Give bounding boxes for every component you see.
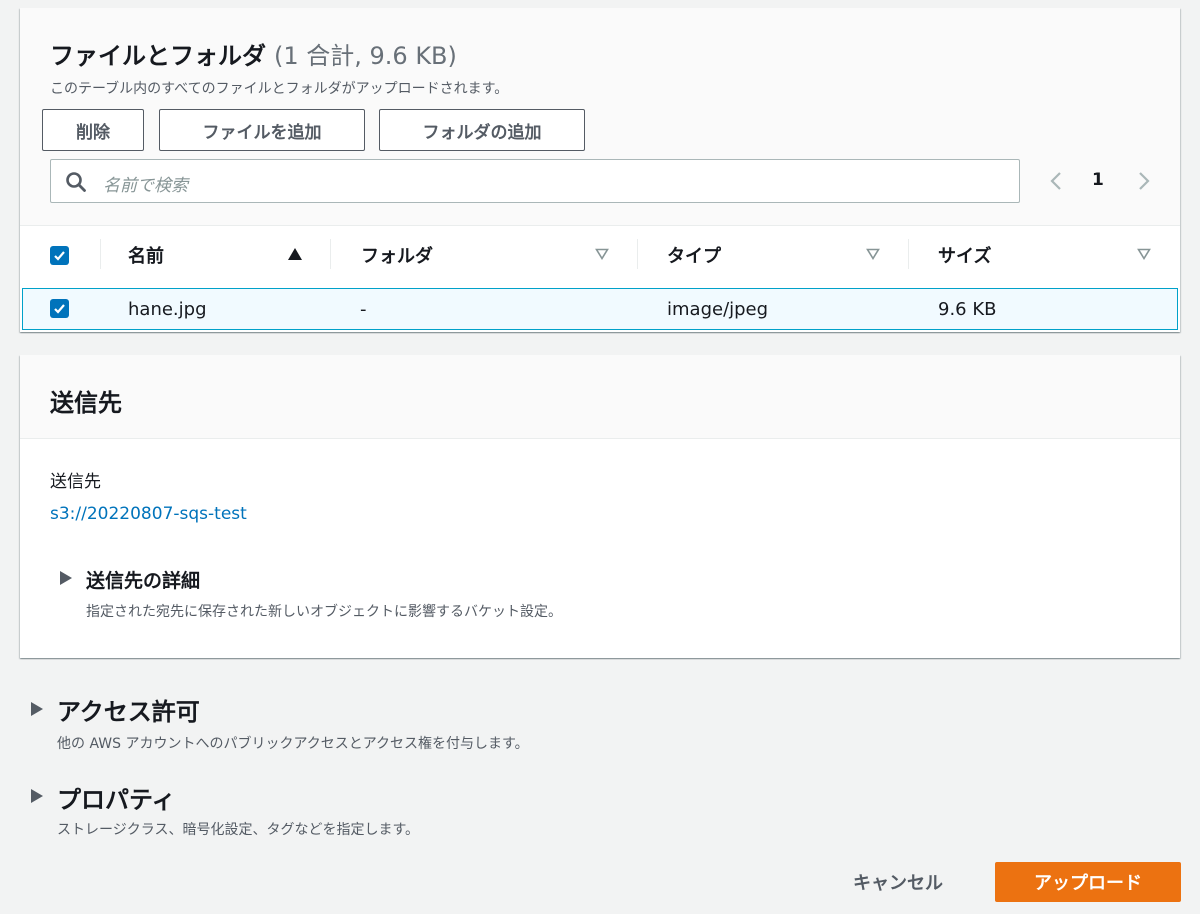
column-divider	[908, 239, 909, 269]
column-header-type[interactable]: タイプ	[667, 242, 721, 268]
sort-icon[interactable]	[866, 248, 880, 260]
search-placeholder: 名前で検索	[103, 176, 188, 196]
properties-section-description: ストレージクラス、暗号化設定、タグなどを指定します。	[57, 822, 420, 838]
upload-button[interactable]: アップロード	[995, 862, 1181, 902]
files-panel-title-text: ファイルとフォルダ	[50, 42, 266, 70]
files-and-folders-panel: ファイルとフォルダ (1 合計, 9.6 KB) このテーブル内のすべてのファイル…	[20, 8, 1180, 332]
files-count: (1 合計, 9.6 KB)	[274, 42, 457, 70]
page-number[interactable]: 1	[1092, 170, 1104, 190]
destination-panel: 送信先 送信先 s3://20220807-sqs-test 送信先の詳細 指定…	[20, 355, 1180, 658]
chevron-left-icon[interactable]	[1046, 170, 1068, 192]
search-icon	[66, 172, 86, 192]
checkbox-checked-icon	[54, 304, 65, 314]
sort-icon[interactable]	[595, 248, 609, 260]
caret-right-icon[interactable]	[60, 571, 72, 585]
destination-link[interactable]: s3://20220807-sqs-test	[50, 504, 247, 524]
cell-size: 9.6 KB	[938, 299, 997, 320]
access-section-description: 他の AWS アカウントへのパブリックアクセスとアクセス権を付与します。	[57, 736, 529, 752]
destination-panel-header: 送信先	[20, 355, 1180, 439]
sort-ascending-icon[interactable]	[288, 248, 302, 260]
files-panel-header: ファイルとフォルダ (1 合計, 9.6 KB) このテーブル内のすべてのファイル…	[20, 8, 1180, 226]
files-panel-title: ファイルとフォルダ (1 合計, 9.6 KB)	[50, 36, 457, 71]
caret-right-icon[interactable]	[31, 789, 43, 803]
checkbox-checked-icon	[54, 251, 65, 261]
files-panel-description: このテーブル内のすべてのファイルとフォルダがアップロードされます。	[50, 81, 509, 97]
cancel-button[interactable]: キャンセル	[826, 862, 970, 902]
destination-panel-title: 送信先	[50, 389, 122, 417]
caret-right-icon[interactable]	[31, 702, 43, 716]
select-all-checkbox[interactable]	[50, 246, 69, 265]
row-checkbox[interactable]	[50, 299, 69, 318]
cell-folder: -	[360, 299, 367, 320]
column-divider	[330, 239, 331, 269]
destination-details-toggle[interactable]: 送信先の詳細	[86, 566, 200, 593]
cell-name: hane.jpg	[128, 299, 207, 320]
column-divider	[637, 239, 638, 269]
add-folder-button[interactable]: フォルダの追加	[379, 109, 585, 151]
search-input[interactable]: 名前で検索	[50, 159, 1020, 203]
destination-details-description: 指定された宛先に保存された新しいオブジェクトに影響するバケット設定。	[86, 604, 562, 620]
properties-section-toggle[interactable]: プロパティ	[57, 780, 176, 815]
cell-type: image/jpeg	[667, 299, 769, 320]
destination-label: 送信先	[50, 472, 101, 492]
column-divider	[100, 239, 101, 269]
column-header-size[interactable]: サイズ	[938, 242, 991, 268]
sort-icon[interactable]	[1137, 248, 1151, 260]
column-header-name[interactable]: 名前	[128, 242, 164, 268]
column-header-folder[interactable]: フォルダ	[361, 242, 433, 268]
delete-button[interactable]: 削除	[42, 109, 144, 151]
add-files-button[interactable]: ファイルを追加	[159, 109, 365, 151]
access-section-toggle[interactable]: アクセス許可	[57, 692, 200, 727]
chevron-right-icon[interactable]	[1132, 170, 1154, 192]
